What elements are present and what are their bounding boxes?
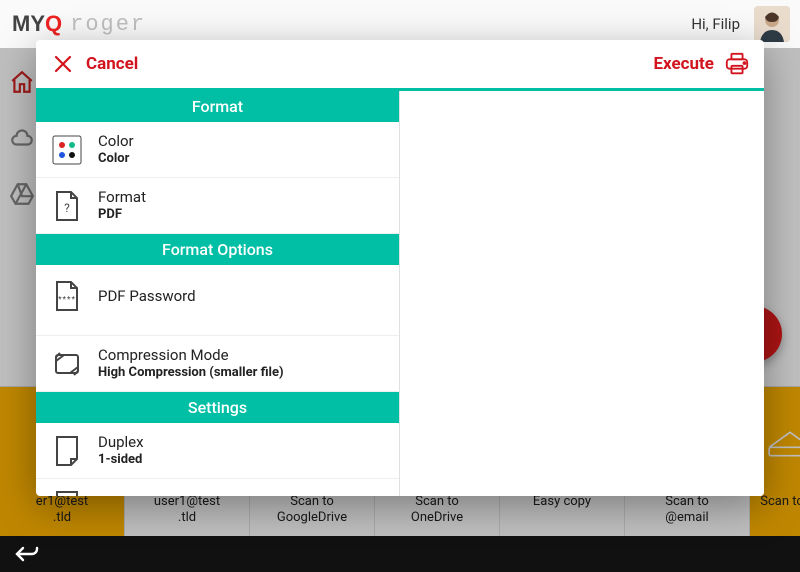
scan-settings-modal: Cancel Execute Format Color Color xyxy=(36,40,764,496)
logo-myq: MYQ xyxy=(12,11,62,37)
logo-roger: roger xyxy=(70,12,146,37)
password-file-icon: **** xyxy=(50,279,84,313)
settings-pane-right xyxy=(400,91,764,496)
cancel-button[interactable]: Cancel xyxy=(50,51,138,77)
page-icon xyxy=(50,434,84,468)
bottom-nav xyxy=(0,536,800,572)
row-title: Duplex xyxy=(98,433,144,452)
modal-header: Cancel Execute xyxy=(36,40,764,88)
row-title: Color xyxy=(98,132,134,151)
row-value: 1-sided xyxy=(98,452,144,468)
row-compression[interactable]: Compression Mode High Compression (small… xyxy=(36,336,399,392)
row-value: PDF xyxy=(98,207,146,223)
resolution-icon xyxy=(50,489,84,496)
row-value: High Compression (smaller file) xyxy=(98,365,284,381)
cancel-label: Cancel xyxy=(86,54,138,74)
app-logo: MYQ roger xyxy=(12,11,146,37)
row-title: Compression Mode xyxy=(98,346,284,365)
row-color[interactable]: Color Color xyxy=(36,122,399,178)
section-header-settings: Settings xyxy=(36,392,399,423)
row-title: PDF Password xyxy=(98,287,196,306)
row-format[interactable]: ? Format PDF xyxy=(36,178,399,234)
svg-text:****: **** xyxy=(58,295,76,304)
row-pdf-password[interactable]: **** PDF Password xyxy=(36,265,399,336)
settings-pane-left: Format Color Color ? Format xyxy=(36,91,400,496)
row-resolution[interactable]: Resolution xyxy=(36,479,399,496)
print-icon xyxy=(724,51,750,77)
section-header-format-options: Format Options xyxy=(36,234,399,265)
avatar[interactable] xyxy=(754,6,790,42)
svg-text:?: ? xyxy=(64,201,70,215)
row-value: Color xyxy=(98,151,134,167)
execute-button[interactable]: Execute xyxy=(653,51,750,77)
execute-label: Execute xyxy=(653,54,714,74)
color-icon xyxy=(50,133,84,167)
back-button[interactable] xyxy=(14,540,42,568)
row-title: Format xyxy=(98,188,146,207)
compression-icon xyxy=(50,347,84,381)
row-duplex[interactable]: Duplex 1-sided xyxy=(36,423,399,479)
file-icon: ? xyxy=(50,189,84,223)
section-header-format: Format xyxy=(36,91,399,122)
close-icon xyxy=(50,51,76,77)
